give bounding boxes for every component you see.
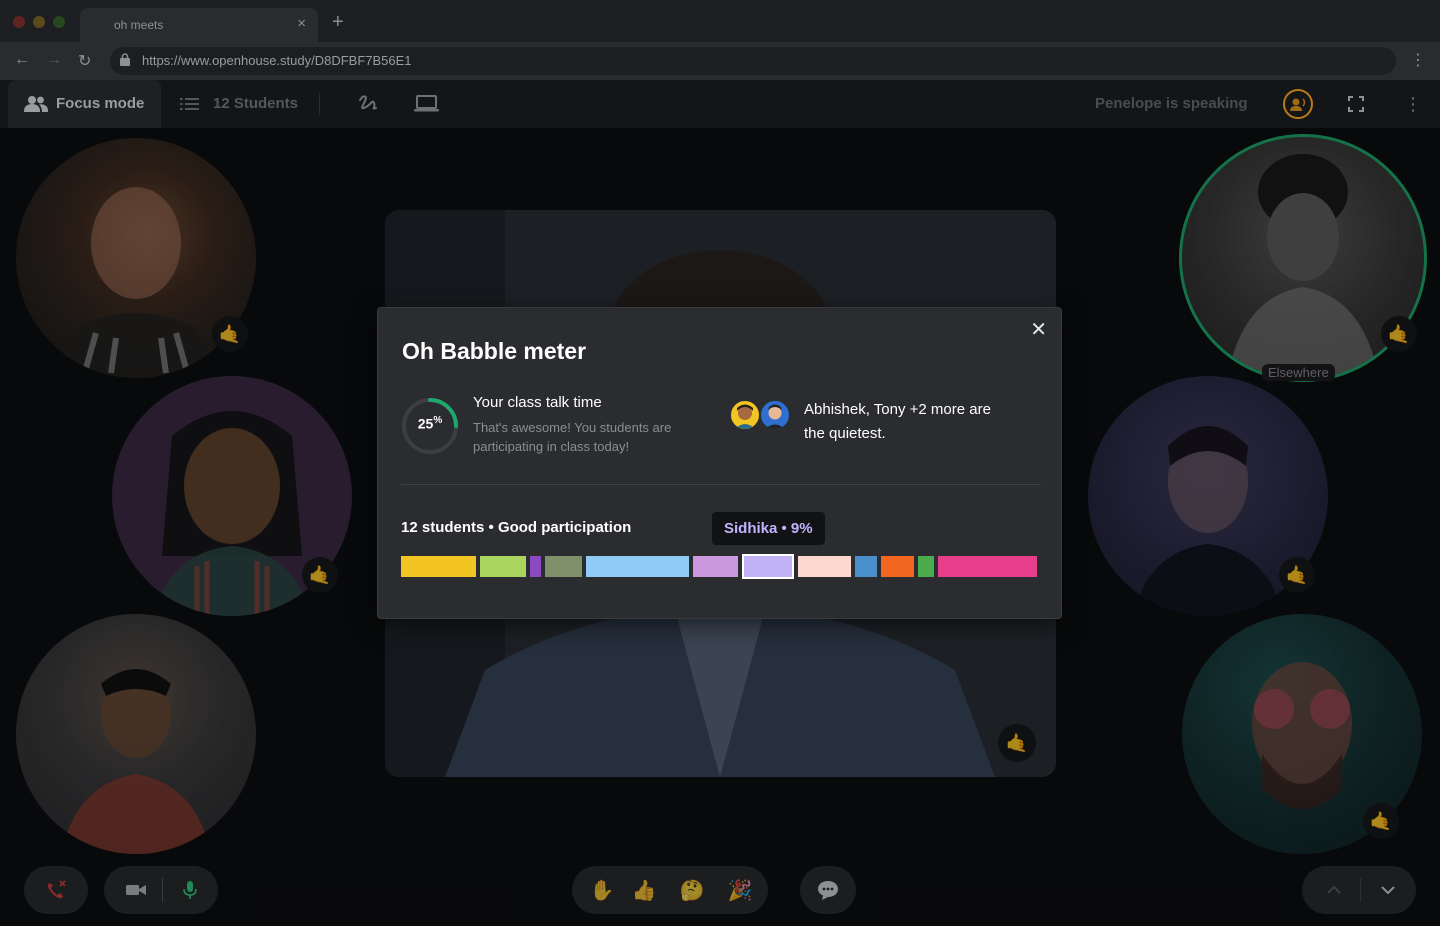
control-divider [1360, 878, 1361, 902]
chat-pill [800, 866, 856, 914]
thinking-reaction[interactable]: 🤔 [672, 866, 712, 914]
participation-segment[interactable] [693, 556, 738, 577]
scroll-up-button[interactable] [1316, 866, 1352, 914]
window-zoom-button[interactable] [53, 16, 65, 28]
avatar-illustration [735, 404, 755, 429]
camera-button[interactable] [118, 866, 154, 914]
fullscreen-icon[interactable] [1348, 96, 1364, 112]
talk-time-unit: % [433, 415, 443, 426]
chevron-up-icon [1327, 886, 1341, 894]
participation-segment[interactable] [742, 554, 794, 579]
talk-time-title: Your class talk time [473, 394, 602, 411]
people-icon [24, 96, 48, 112]
app-toolbar: Focus mode 12 Students Penelope is speak… [0, 80, 1440, 128]
participation-segment[interactable] [480, 556, 526, 577]
url-field[interactable]: https://www.openhouse.study/D8DFBF7B56E1 [110, 47, 1396, 75]
tab-students[interactable]: 12 Students [213, 95, 298, 112]
draw-icon[interactable] [358, 94, 380, 114]
participation-segment[interactable] [938, 556, 1037, 577]
lock-icon [120, 53, 130, 66]
close-icon[interactable]: ✕ [1030, 317, 1047, 342]
participation-segment[interactable] [855, 556, 877, 577]
end-call-button[interactable] [24, 866, 88, 914]
toolbar-divider [319, 93, 320, 115]
tab-focus-mode[interactable]: Focus mode [8, 80, 161, 128]
new-tab-button[interactable]: + [332, 12, 344, 32]
participation-segment[interactable] [530, 556, 541, 577]
browser-titlebar: oh meets × + [0, 0, 1440, 42]
quiet-student-avatar [759, 399, 791, 431]
segment-tooltip: Sidhika • 9% [712, 512, 825, 545]
control-divider [162, 878, 163, 902]
tab-title: oh meets [114, 18, 164, 32]
screen-share-icon[interactable] [414, 94, 439, 114]
speaking-person-icon [1290, 98, 1306, 111]
celebrate-reaction[interactable]: 🎉 [720, 866, 760, 914]
chat-bubble-icon [818, 881, 838, 900]
talk-time-percent: 25% [401, 415, 459, 432]
back-icon[interactable]: ← [14, 51, 30, 69]
microphone-icon [183, 881, 197, 899]
window-close-button[interactable] [13, 16, 25, 28]
reactions-pill: ✋ 👍 🤔 🎉 [572, 866, 768, 914]
speaker-avatar [1283, 89, 1313, 119]
participation-segment[interactable] [881, 556, 914, 577]
list-icon[interactable] [180, 96, 200, 112]
reload-icon[interactable]: ↻ [78, 51, 91, 71]
talk-time-description: That's awesome! You students are partici… [473, 420, 672, 454]
participation-segment[interactable] [545, 556, 582, 577]
more-options-icon[interactable]: ⋮ [1404, 94, 1422, 115]
microphone-button[interactable] [172, 866, 208, 914]
url-text: https://www.openhouse.study/D8DFBF7B56E1 [142, 53, 412, 68]
chat-button[interactable] [800, 866, 856, 914]
participation-segment[interactable] [586, 556, 689, 577]
babble-meter-dialog: Oh Babble meter ✕ 25% Your class talk ti… [377, 307, 1062, 619]
browser-menu-icon[interactable]: ⋮ [1410, 50, 1426, 70]
media-controls-pill [104, 866, 218, 914]
video-camera-icon [126, 885, 146, 895]
focus-mode-label: Focus mode [56, 95, 145, 112]
quietest-students-text: Abhishek, Tony +2 more are the quietest. [804, 401, 991, 442]
quiet-student-avatar [729, 399, 761, 431]
talk-time-value: 25 [417, 415, 434, 432]
participation-bar [401, 554, 1041, 579]
thumbs-up-reaction[interactable]: 👍 [624, 866, 664, 914]
participation-segment[interactable] [401, 556, 476, 577]
tab-close-icon[interactable]: × [297, 15, 306, 32]
scroll-controls-pill [1302, 866, 1416, 914]
participation-segment[interactable] [798, 556, 851, 577]
address-bar: ← → ↻ https://www.openhouse.study/D8DFBF… [0, 42, 1440, 80]
raise-hand-reaction[interactable]: ✋ [582, 866, 622, 914]
window-minimize-button[interactable] [33, 16, 45, 28]
avatar-illustration [765, 404, 785, 429]
browser-tab[interactable]: oh meets × [80, 8, 318, 42]
speaking-status: Penelope is speaking [1095, 95, 1248, 112]
forward-icon[interactable]: → [46, 51, 62, 69]
hang-up-icon [48, 880, 66, 899]
dialog-divider [401, 484, 1041, 485]
end-call-pill [24, 866, 88, 914]
scroll-down-button[interactable] [1370, 866, 1406, 914]
chevron-down-icon [1381, 886, 1395, 894]
participation-summary: 12 students • Good participation [401, 519, 632, 536]
participation-segment[interactable] [918, 556, 934, 577]
dialog-title: Oh Babble meter [402, 338, 587, 364]
